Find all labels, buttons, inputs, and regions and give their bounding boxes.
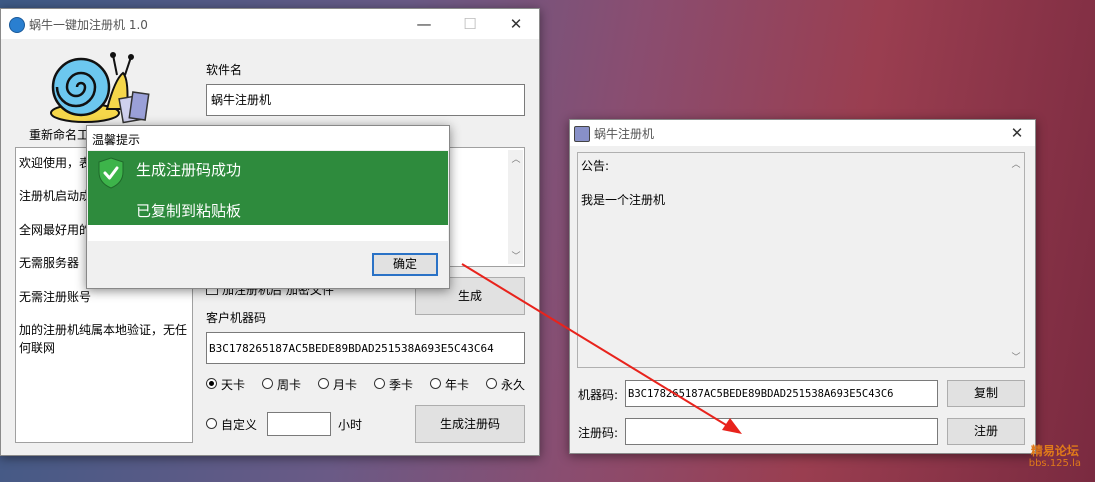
app-icon [9,17,25,33]
duration-label: 天卡 [221,378,246,392]
shield-check-icon [98,157,124,189]
reg-app-icon [574,126,590,142]
watermark: 精易论坛 bbs.125.la [1029,445,1081,470]
reg-machine-code-value: B3C178265187AC5BEDE89BDAD251538A693E5C43… [628,388,894,400]
rename-label: 重新命名工 [29,128,90,142]
machine-code-input[interactable]: B3C178265187AC5BEDE89BDAD251538A693E5C43… [206,332,525,364]
dialog-line1: 生成注册码成功 [136,161,242,179]
duration-label: 周卡 [277,378,302,392]
snail-logo-icon [50,52,150,124]
scroll-up-icon[interactable]: ︿ [1010,157,1022,170]
duration-radio[interactable] [374,378,385,389]
ok-button-label: 确定 [392,257,417,271]
generate-button-label: 生成 [457,289,482,303]
reg-close-button[interactable]: ✕ [1002,120,1032,146]
dialog-body: 生成注册码成功 已复制到粘贴板 [88,151,448,225]
reg-machine-code-input[interactable]: B3C178265187AC5BEDE89BDAD251538A693E5C43… [625,380,938,407]
custom-radio[interactable] [206,418,217,429]
duration-radio[interactable] [486,378,497,389]
dialog-line2: 已复制到粘贴板 [136,202,242,220]
copy-button-label: 复制 [973,386,998,400]
dialog-white-band [88,225,448,241]
custom-hours-input[interactable] [267,412,331,436]
custom-label: 自定义 [221,418,258,432]
minimize-button[interactable]: — [401,9,447,39]
reg-code-label: 注册码: [578,426,619,440]
maximize-button[interactable]: ☐ [447,9,493,39]
dialog-titlebar: 温馨提示 [87,126,449,150]
ok-button[interactable]: 确定 [372,253,438,276]
reg-code-input[interactable] [625,418,938,445]
watermark-line1: 精易论坛 [1030,444,1079,458]
duration-radio[interactable] [318,378,329,389]
log-line: 全网最好用的 [19,223,92,237]
watermark-line2: bbs.125.la [1028,458,1081,469]
log-line: 无需服务器 [19,256,80,270]
log-line: 加的注册机纯属本地验证，无任 [19,323,188,337]
duration-radio[interactable] [206,378,217,389]
log-line: 无需注册账号 [19,290,92,304]
duration-radio[interactable] [262,378,273,389]
notes-scrollbar[interactable]: ︿ ﹀ [508,150,523,264]
register-button[interactable]: 注册 [947,418,1025,445]
copy-button[interactable]: 复制 [947,380,1025,407]
duration-label: 年卡 [445,378,470,392]
reg-machine-code-label: 机器码: [578,388,619,402]
log-line: 欢迎使用，表 [19,156,92,170]
log-line: 注册机启动成 [19,189,92,203]
scroll-down-icon[interactable]: ﹀ [510,249,522,262]
success-dialog: 温馨提示 生成注册码成功 已复制到粘贴板 确定 [86,125,450,289]
notice-text: 我是一个注册机 [581,193,666,207]
reg-window: 蜗牛注册机 ✕ 公告: 我是一个注册机 ︿ ﹀ 机器码: B3C17826518… [569,119,1036,454]
duration-label: 永久 [501,378,526,392]
hours-label: 小时 [338,418,363,432]
generate-code-button-label: 生成注册码 [439,417,500,431]
software-name-input[interactable]: 蜗牛注册机 [206,84,525,116]
duration-radio[interactable] [430,378,441,389]
machine-code-value: B3C178265187AC5BEDE89BDAD251538A693E5C43… [209,342,494,355]
notice-scrollbar[interactable]: ︿ ﹀ [1008,155,1023,365]
reg-window-title: 蜗牛注册机 [594,127,655,141]
main-titlebar: 蜗牛一键加注册机 1.0 — ☐ ✕ [1,9,539,39]
duration-label: 月卡 [333,378,358,392]
machine-code-label: 客户机器码 [206,311,267,325]
scroll-down-icon[interactable]: ﹀ [1010,350,1022,363]
main-window-title: 蜗牛一键加注册机 1.0 [29,18,148,32]
log-line: 何联网 [19,341,56,355]
software-name-value: 蜗牛注册机 [211,93,272,107]
reg-titlebar: 蜗牛注册机 ✕ [570,120,1035,146]
dialog-title: 温馨提示 [92,133,141,147]
notice-textarea[interactable]: 公告: 我是一个注册机 ︿ ﹀ [577,152,1025,368]
close-button[interactable]: ✕ [493,9,539,39]
scroll-up-icon[interactable]: ︿ [510,152,522,165]
software-name-label: 软件名 [206,63,243,77]
duration-label: 季卡 [389,378,414,392]
register-button-label: 注册 [973,424,998,438]
notice-label: 公告: [581,159,610,173]
generate-code-button[interactable]: 生成注册码 [415,405,525,443]
